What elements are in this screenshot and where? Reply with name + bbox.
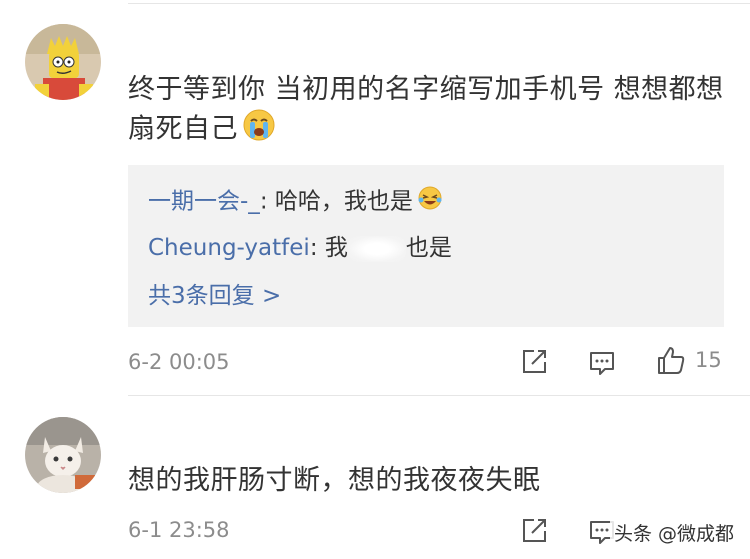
comment-divider — [128, 395, 750, 396]
top-divider — [128, 3, 750, 4]
comment-text: 终于等到你 当初用的名字缩写加手机号 想想都想扇死自己 — [128, 72, 728, 152]
share-button[interactable] — [520, 517, 548, 545]
like-button[interactable]: 15 — [655, 344, 722, 376]
more-replies-link[interactable]: 共3条回复 > — [148, 281, 281, 311]
laughing-tears-icon — [417, 185, 443, 219]
reply-text: 哈哈，我也是 — [267, 188, 413, 215]
reply-separator: : — [259, 188, 268, 215]
avatar[interactable] — [25, 417, 101, 493]
comment-text: 想的我肝肠寸断，想的我夜夜失眠 — [128, 465, 541, 496]
avatar[interactable] — [25, 24, 101, 100]
reply-button[interactable] — [588, 349, 616, 377]
blurred-redaction — [347, 235, 406, 262]
comment-icon — [590, 352, 614, 375]
replies-box: 一期一会-_: 哈哈，我也是 Cheung-yatfei: 我 也是 共3条回复 … — [128, 165, 724, 327]
share-icon — [523, 350, 546, 373]
reply-text: 也是 — [405, 235, 452, 261]
share-icon — [523, 519, 546, 542]
share-button[interactable] — [520, 348, 548, 376]
comment-timestamp: 6-1 23:58 — [128, 518, 230, 542]
thumbs-up-icon — [658, 347, 685, 374]
reply-username[interactable]: 一期一会-_ — [148, 189, 260, 215]
reply-item: 一期一会-_: 哈哈，我也是 — [148, 185, 443, 219]
comment-text-content: 终于等到你 当初用的名字缩写加手机号 想想都想扇死自己 — [128, 74, 724, 145]
crying-face-icon — [242, 108, 276, 152]
comment-timestamp: 6-2 00:05 — [128, 350, 230, 374]
avatar-image — [25, 24, 101, 100]
like-count: 15 — [695, 348, 722, 372]
avatar-image — [25, 417, 101, 493]
reply-item: Cheung-yatfei: 我 也是 — [148, 233, 452, 263]
reply-separator: : — [309, 235, 318, 261]
reply-username[interactable]: Cheung-yatfei — [148, 235, 310, 261]
watermark: 头条 @微成都 — [609, 517, 738, 548]
reply-text: 我 — [317, 235, 348, 261]
